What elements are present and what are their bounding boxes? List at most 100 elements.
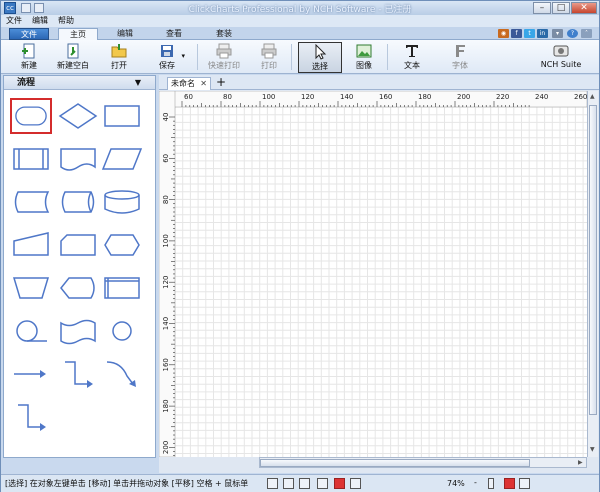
menu-bar: 文件 编辑 帮助 <box>1 15 599 27</box>
minimize-button[interactable]: – <box>533 2 551 14</box>
separator <box>197 44 198 70</box>
predefined-process-shape[interactable] <box>10 141 52 177</box>
scroll-right-icon[interactable]: ▶ <box>578 459 583 466</box>
internal-storage-shape[interactable] <box>101 270 143 306</box>
ruler-h-label: 180 <box>418 93 431 101</box>
tab-file[interactable]: 文件 <box>9 28 49 40</box>
sequential-data-shape[interactable] <box>10 313 52 349</box>
document-area: 未命名 ✕ + 60 80 100 120 140 160 180 200 220 240 260 4… <box>159 75 599 473</box>
horizontal-scrollbar[interactable]: ▶ <box>259 457 587 468</box>
menu-file[interactable]: 文件 <box>1 15 27 27</box>
font-button[interactable]: 字体 <box>442 42 478 73</box>
process-shape[interactable] <box>101 98 143 134</box>
shape-category-header[interactable]: 流程 ▼ <box>4 76 155 90</box>
maximize-button[interactable]: □ <box>552 2 570 14</box>
zoom-slider-handle[interactable] <box>488 478 494 489</box>
display-shape[interactable] <box>57 270 99 306</box>
vertical-scrollbar[interactable]: ▲ ▼ <box>587 91 598 457</box>
printer-icon <box>261 43 277 59</box>
terminator-shape[interactable] <box>10 98 52 134</box>
data-shape[interactable] <box>101 141 143 177</box>
document-shape[interactable] <box>57 141 99 177</box>
folder-icon <box>111 44 127 58</box>
preparation-shape[interactable] <box>101 227 143 263</box>
add-tab-button[interactable]: + <box>216 76 226 89</box>
manual-input-shape[interactable] <box>10 227 52 263</box>
curved-arrow-shape[interactable] <box>101 356 143 392</box>
page-icon[interactable] <box>283 478 294 489</box>
ruler-h-label: 260 <box>574 93 587 101</box>
new-button[interactable]: 新建 <box>15 42 43 73</box>
vertical-scroll-thumb[interactable] <box>589 105 597 415</box>
menu-edit[interactable]: 编辑 <box>27 15 53 27</box>
straight-arrow-shape[interactable] <box>10 356 52 392</box>
punched-tape-shape[interactable] <box>57 313 99 349</box>
elbow-arrow-down-shape[interactable] <box>10 399 52 435</box>
document-tab[interactable]: 未命名 ✕ <box>167 77 211 90</box>
horizontal-scroll-thumb[interactable] <box>260 459 530 467</box>
open-label: 打开 <box>111 61 127 70</box>
ruler-v-label: 120 <box>162 276 170 289</box>
tab-home[interactable]: 主页 <box>58 28 98 40</box>
new-blank-button[interactable]: 新建空白 <box>53 42 93 73</box>
ribbon-collapse-icon[interactable]: ˄ <box>581 29 592 38</box>
category-dropdown-icon[interactable]: ▼ <box>135 76 141 90</box>
stored-data-shape[interactable] <box>10 184 52 220</box>
ruler-v-label: 200 <box>162 441 170 454</box>
connector-circle-shape[interactable] <box>101 313 143 349</box>
help-icon[interactable]: ? <box>567 29 578 38</box>
ruler-v-label: 80 <box>162 195 170 204</box>
elbow-arrow-shape[interactable] <box>57 356 99 392</box>
text-button[interactable]: 文本 <box>397 42 427 73</box>
ruler-v-label: 100 <box>162 234 170 247</box>
print-button[interactable]: 打印 <box>255 42 283 73</box>
scroll-down-icon[interactable]: ▼ <box>590 446 595 453</box>
view-icon[interactable] <box>317 478 328 489</box>
open-button[interactable]: 打开 <box>105 42 133 73</box>
save-dropdown-icon[interactable]: ▾ <box>181 52 185 60</box>
image-icon <box>356 44 372 58</box>
rss-icon[interactable]: ◉ <box>498 29 509 38</box>
save-button[interactable]: 保存 ▾ <box>147 42 187 73</box>
layers-icon[interactable] <box>519 478 530 489</box>
zoom-level: 74% <box>447 479 465 488</box>
new-document-icon <box>22 43 35 59</box>
ruler-v-label: 140 <box>162 317 170 330</box>
window-title: ClickCharts Professional by NCH Software… <box>188 5 412 15</box>
quick-print-button[interactable]: 快速打印 <box>203 42 245 73</box>
text-t-icon <box>406 45 418 57</box>
font-f-icon <box>456 45 465 57</box>
twitter-icon[interactable]: t <box>524 29 535 38</box>
database-shape[interactable] <box>101 184 143 220</box>
dropdown-icon[interactable]: ▾ <box>552 29 563 38</box>
title-bar: cc ClickCharts Professional by NCH Softw… <box>1 1 599 15</box>
nch-suite-button[interactable]: NCH Suite <box>539 42 583 73</box>
scroll-up-icon[interactable]: ▲ <box>590 93 595 100</box>
tab-suite[interactable]: 套装 <box>204 28 244 40</box>
connector-icon[interactable] <box>299 478 310 489</box>
fit-page-icon[interactable] <box>267 478 278 489</box>
close-tab-icon[interactable]: ✕ <box>200 78 207 90</box>
tab-edit[interactable]: 编辑 <box>105 28 145 40</box>
drawing-canvas[interactable]: 60 80 100 120 140 160 180 200 220 240 260 40 60 80 100… <box>159 91 587 457</box>
linkedin-icon[interactable]: in <box>537 29 548 38</box>
select-button[interactable]: 选择 <box>298 42 342 73</box>
facebook-icon[interactable]: f <box>511 29 522 38</box>
snap-icon[interactable] <box>504 478 515 489</box>
document-tab-bar: 未命名 ✕ + <box>159 75 599 90</box>
new-blank-icon <box>67 43 79 59</box>
menu-help[interactable]: 帮助 <box>53 15 79 27</box>
image-button[interactable]: 图像 <box>349 42 379 73</box>
tab-view[interactable]: 查看 <box>154 28 194 40</box>
card-shape[interactable] <box>57 227 99 263</box>
magnet-icon[interactable] <box>334 478 345 489</box>
ruler-h-label: 220 <box>496 93 509 101</box>
zoom-out-icon[interactable]: - <box>474 475 477 491</box>
close-button[interactable]: ✕ <box>571 2 597 14</box>
manual-operation-shape[interactable] <box>10 270 52 306</box>
decision-shape[interactable] <box>57 98 99 134</box>
grid-icon[interactable] <box>350 478 361 489</box>
app-window: cc ClickCharts Professional by NCH Softw… <box>0 0 600 492</box>
nch-suite-label: NCH Suite <box>540 60 582 69</box>
direct-data-shape[interactable] <box>57 184 99 220</box>
